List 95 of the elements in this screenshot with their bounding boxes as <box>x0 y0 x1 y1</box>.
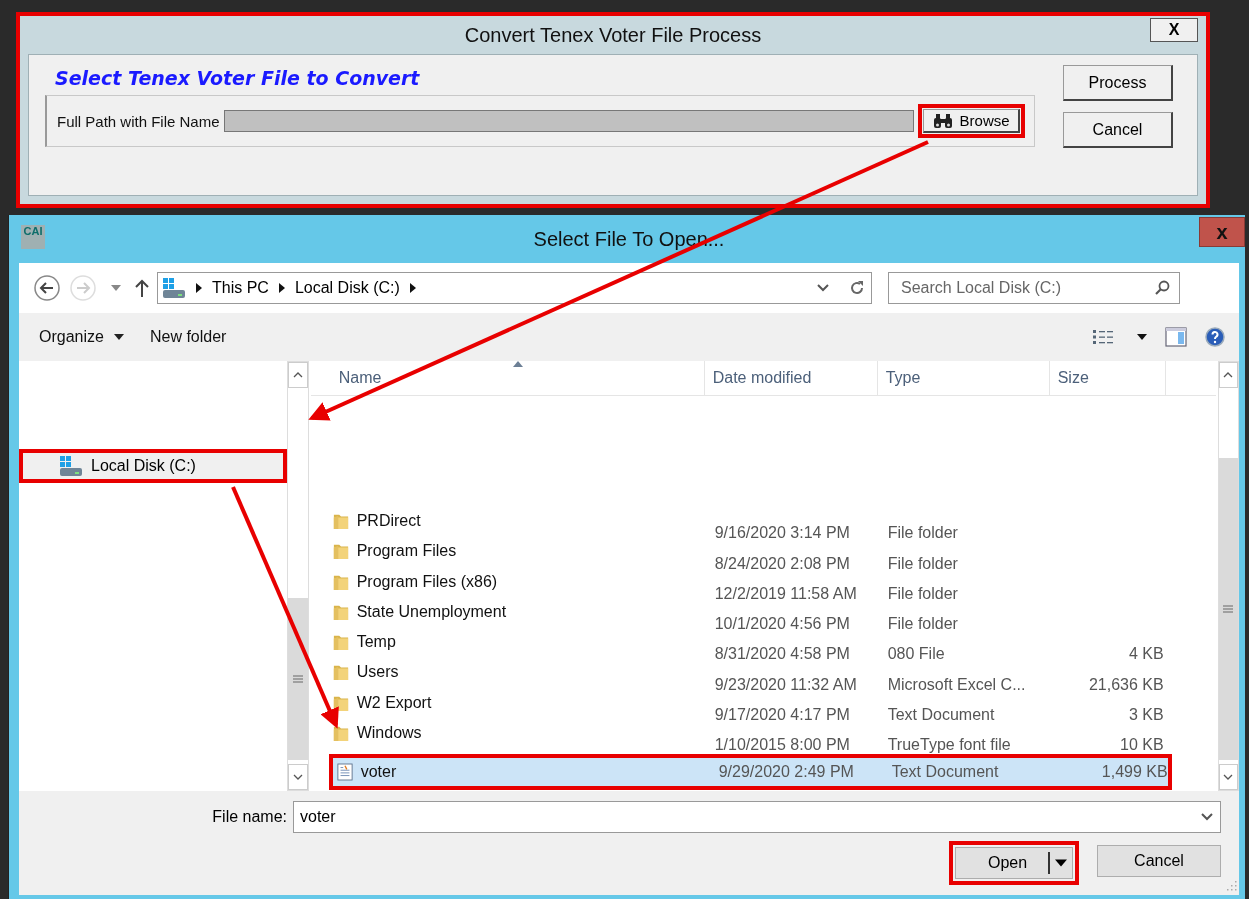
file-name: Temp <box>356 633 396 652</box>
size-cell-text: 3 KB <box>1128 706 1164 725</box>
file-name: voter <box>360 763 397 782</box>
new-folder-button[interactable]: New folder <box>139 324 237 350</box>
chevron-down-icon[interactable] <box>1201 813 1213 821</box>
cancel-button[interactable]: Cancel <box>1063 112 1173 148</box>
search-icon <box>1154 280 1170 296</box>
type-cell-text: Microsoft Excel C... <box>886 675 1027 694</box>
help-icon[interactable] <box>1205 327 1225 347</box>
date-cell-text: 8/24/2020 2:08 PM <box>713 554 851 573</box>
size-cell-text: 10 KB <box>1119 736 1164 755</box>
type-cell-text: TrueType font file <box>886 736 1012 755</box>
file-row[interactable]: Program Files 8/24/2020 2:08 PM File folder <box>332 542 1172 573</box>
nav-item-label: Local Disk (C:) <box>91 457 196 475</box>
drive-icon <box>59 455 83 477</box>
chevron-icon[interactable] <box>196 283 202 293</box>
resize-grip-icon[interactable] <box>1227 881 1237 891</box>
column-header[interactable]: Type <box>877 361 1050 395</box>
column-header[interactable]: Date modified <box>704 361 878 395</box>
binoculars-icon <box>931 112 954 129</box>
type-cell-text: File folder <box>886 584 959 603</box>
size-cell-text: 1,499 KB <box>1100 763 1168 782</box>
date-cell-text: 9/16/2020 3:14 PM <box>713 524 851 543</box>
breadcrumb-item[interactable]: This PC <box>212 279 269 297</box>
file-name: Users <box>356 663 399 682</box>
size-cell-text: 4 KB <box>1128 645 1164 664</box>
date-cell-text: 9/29/2020 2:49 PM <box>717 763 855 782</box>
date-cell-text: 9/17/2020 4:17 PM <box>713 706 851 725</box>
date-cell-text: 1/10/2015 8:00 PM <box>713 736 851 755</box>
sort-arrow-icon <box>512 361 523 367</box>
file-name: Program Files <box>356 542 457 561</box>
scroll-thumb[interactable] <box>1218 458 1238 760</box>
refresh-icon[interactable] <box>849 280 865 296</box>
file-name: Windows <box>356 724 422 743</box>
caret-icon[interactable] <box>1137 334 1147 340</box>
scroll-thumb[interactable] <box>287 598 308 760</box>
file-row[interactable]: voter 9/29/2020 2:49 PM Text Document 1,499 KB <box>328 754 1172 791</box>
folder-icon <box>332 663 349 682</box>
scrollbar[interactable] <box>1217 361 1239 791</box>
folder-icon <box>332 633 349 652</box>
up-arrow-icon[interactable] <box>135 279 149 297</box>
type-cell-text: File folder <box>886 524 959 543</box>
file-name-field[interactable]: voter <box>293 801 1221 833</box>
date-cell-text: 8/31/2020 4:58 PM <box>713 645 851 664</box>
column-header[interactable]: Size <box>1049 361 1166 395</box>
preview-pane-icon[interactable] <box>1165 327 1187 347</box>
open-button[interactable]: Open <box>955 847 1073 879</box>
path-label: Full Path with File Name <box>57 112 220 130</box>
file-row[interactable]: Users 9/23/2020 11:32 AM Microsoft Excel C... 21,636 KB <box>332 663 1172 694</box>
file-name: Program Files (x86) <box>356 572 498 591</box>
file-row[interactable]: W2 Export 9/17/2020 4:17 PM Text Document 3 KB <box>332 693 1172 725</box>
file-row[interactable]: Windows 1/10/2015 8:00 PM TrueType font file 10 KB <box>332 724 1172 755</box>
app-logo: CAI <box>21 225 45 249</box>
chevron-down-icon[interactable] <box>817 284 829 292</box>
folder-icon <box>332 542 349 561</box>
caret-icon <box>113 334 124 340</box>
folder-icon <box>332 724 349 743</box>
type-cell-text: Text Document <box>886 706 996 725</box>
file-name: PRDirect <box>356 512 421 530</box>
folder-icon <box>332 512 349 530</box>
organize-menu[interactable]: Organize <box>29 324 134 350</box>
type-cell-text: File folder <box>886 554 959 573</box>
type-cell-text: Text Document <box>890 763 1000 782</box>
process-button[interactable]: Process <box>1063 65 1173 101</box>
file-row[interactable]: State Unemployment 10/1/2020 4:56 PM File folder <box>332 602 1172 634</box>
details-view-icon[interactable] <box>1093 329 1115 345</box>
file-row[interactable]: Program Files (x86) 12/2/2019 11:58 AM File folder <box>332 572 1172 603</box>
size-cell-text: 21,636 KB <box>1087 675 1164 694</box>
date-cell-text: 10/1/2020 4:56 PM <box>713 615 851 634</box>
back-icon[interactable] <box>33 274 61 302</box>
file-name: State Unemployment <box>356 602 507 621</box>
date-cell-text: 12/2/2019 11:58 AM <box>713 584 858 603</box>
caret-icon[interactable] <box>1055 859 1067 867</box>
scrollbar[interactable] <box>286 361 309 791</box>
close-button[interactable]: x <box>1199 217 1245 247</box>
file-row[interactable]: Temp 8/31/2020 4:58 PM 080 File 4 KB <box>332 633 1172 664</box>
chevron-icon[interactable] <box>409 283 416 293</box>
close-button[interactable]: X <box>1150 18 1198 42</box>
breadcrumb-item[interactable]: Local Disk (C:) <box>294 279 400 297</box>
cancel-button[interactable]: Cancel <box>1097 845 1221 877</box>
browse-button[interactable]: Browse <box>922 109 1020 133</box>
document-icon <box>336 763 353 782</box>
date-cell-text: 9/23/2020 11:32 AM <box>713 675 858 694</box>
search-field[interactable]: Search Local Disk (C:) <box>888 272 1180 304</box>
file-row[interactable]: PRDirect 9/16/2020 3:14 PM File folder <box>332 512 1172 543</box>
section-heading: Select Tenex Voter File to Convert <box>55 67 421 89</box>
file-name-label: File name: <box>212 808 287 826</box>
address-bar[interactable]: This PC Local Disk (C:) <box>157 272 872 304</box>
chevron-icon[interactable] <box>278 283 285 293</box>
nav-item[interactable]: Local Disk (C:) <box>19 449 287 483</box>
window-title: Convert Tenex Voter File Process <box>464 23 762 47</box>
drive-icon <box>162 277 186 299</box>
file-name: W2 Export <box>356 693 432 712</box>
type-cell-text: File folder <box>886 615 959 634</box>
type-cell-text: 080 File <box>886 645 946 664</box>
